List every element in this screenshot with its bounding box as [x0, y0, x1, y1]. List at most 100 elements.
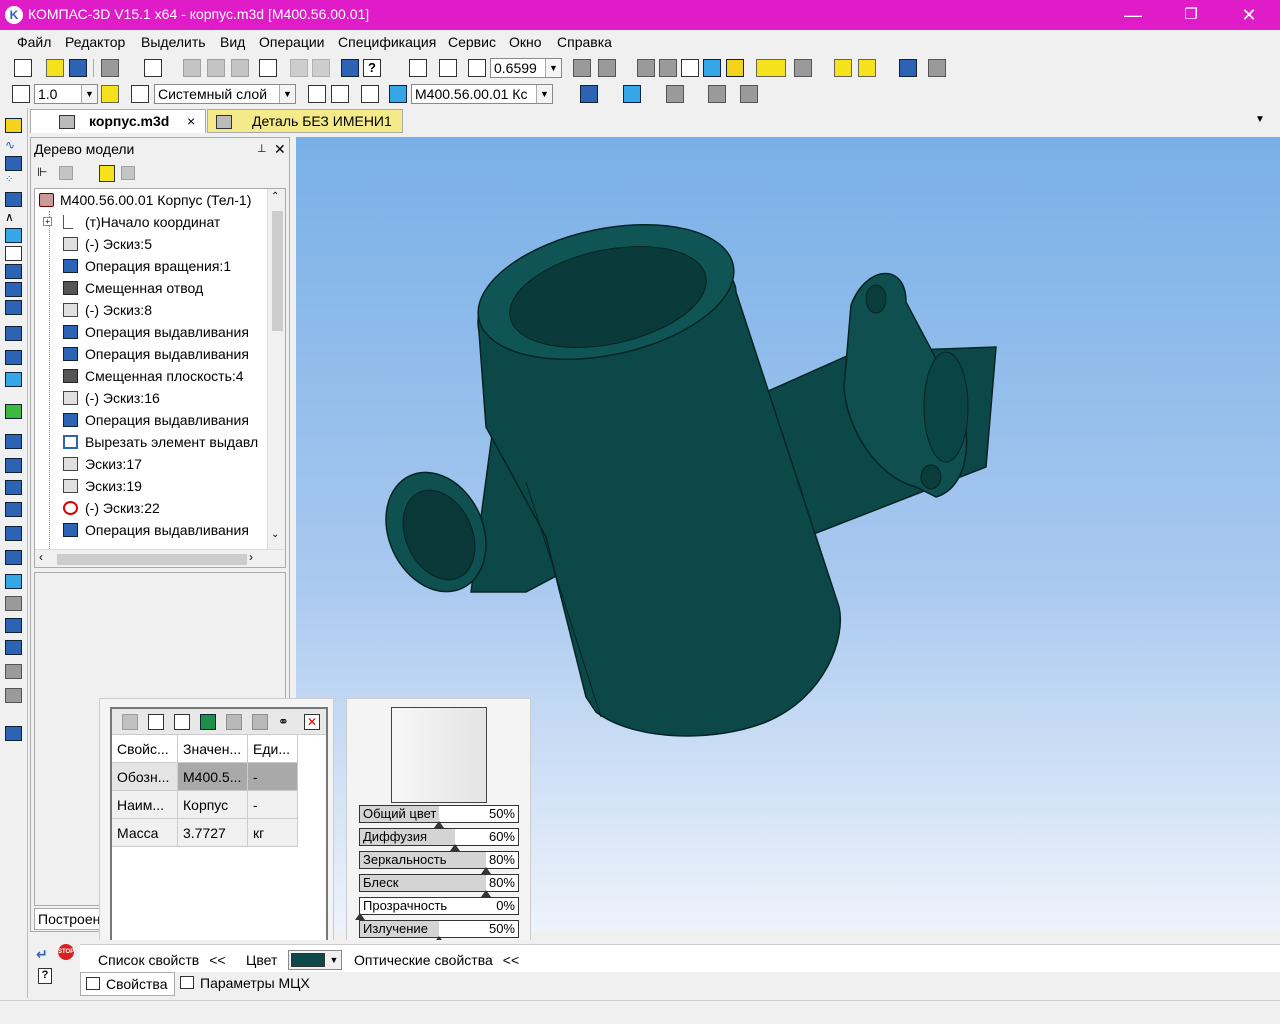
- document-properties-icon[interactable]: [148, 714, 164, 730]
- slider-handle[interactable]: [434, 821, 444, 828]
- sheet-metal-icon[interactable]: [5, 526, 22, 541]
- help-pointer-icon[interactable]: ?: [363, 59, 381, 77]
- chevron-down-icon[interactable]: ▼: [327, 951, 341, 969]
- material-icon[interactable]: [623, 85, 641, 103]
- tab-postroenie[interactable]: Построен: [34, 908, 104, 930]
- tab-detal-bez-imeni[interactable]: Деталь БЕЗ ИМЕНИ1: [207, 109, 403, 133]
- copy-objects-icon[interactable]: [5, 618, 22, 633]
- tree-vertical-scrollbar[interactable]: ⌃ ⌄: [267, 189, 285, 549]
- tree-structure-icon[interactable]: ⊩: [37, 165, 51, 180]
- graph-icon[interactable]: [5, 282, 22, 297]
- close-tab-icon[interactable]: ×: [187, 110, 195, 132]
- attach-icon[interactable]: [5, 664, 22, 679]
- property-cell[interactable]: Наим...: [112, 791, 178, 819]
- mesh-icon[interactable]: [5, 434, 22, 449]
- close-window-button[interactable]: ✕: [1220, 0, 1278, 30]
- orient-icon[interactable]: [361, 85, 379, 103]
- library-icon[interactable]: [899, 59, 917, 77]
- tab-korpus[interactable]: корпус.m3d ×: [30, 109, 206, 133]
- new-document-icon[interactable]: [14, 59, 32, 77]
- shell-icon[interactable]: [5, 502, 22, 517]
- shaded-icon[interactable]: [703, 59, 721, 77]
- tree-filter-icon[interactable]: [121, 166, 135, 180]
- slider-handle[interactable]: [355, 913, 365, 920]
- local-cs-icon[interactable]: [331, 85, 349, 103]
- color-picker[interactable]: ▼: [288, 950, 342, 970]
- curve-icon[interactable]: ∿: [5, 138, 22, 153]
- stop-icon[interactable]: STOP: [58, 944, 74, 960]
- maximize-button[interactable]: ❐: [1162, 0, 1220, 30]
- enter-icon[interactable]: ↵: [36, 946, 54, 962]
- layer-select[interactable]: Системный слой ▼: [154, 84, 296, 104]
- hidden-thin-icon[interactable]: [681, 59, 699, 77]
- help-icon[interactable]: ?: [38, 968, 52, 984]
- property-cell[interactable]: 3.7727: [178, 819, 248, 847]
- property-header[interactable]: Значен...: [178, 735, 248, 763]
- angle-icon[interactable]: ∧: [5, 210, 22, 225]
- measure-icon[interactable]: [928, 59, 946, 77]
- copy-properties-icon[interactable]: [226, 714, 242, 730]
- zoom-window-icon[interactable]: [409, 59, 427, 77]
- menu-operations[interactable]: Операции: [259, 34, 325, 50]
- wireframe-icon[interactable]: [637, 59, 655, 77]
- editing-panel-icon[interactable]: [5, 118, 22, 133]
- list-properties-icon[interactable]: [174, 714, 190, 730]
- tree-horizontal-scrollbar[interactable]: ‹ ›: [35, 549, 285, 567]
- check-icon[interactable]: [5, 404, 22, 419]
- chevron-down-icon[interactable]: ⌄: [271, 529, 279, 540]
- points-icon[interactable]: ⁘: [5, 174, 22, 189]
- coordinate-system-icon[interactable]: [308, 85, 326, 103]
- minimize-button[interactable]: —: [1104, 0, 1162, 30]
- revolve-panel-icon[interactable]: [5, 300, 22, 315]
- menu-view[interactable]: Вид: [220, 34, 245, 50]
- paste-properties-icon[interactable]: [252, 714, 268, 730]
- properties-icon[interactable]: [259, 59, 277, 77]
- tabs-menu-icon[interactable]: ▼: [1255, 109, 1269, 133]
- cut-icon[interactable]: [183, 59, 201, 77]
- filter-select-icon[interactable]: [756, 59, 786, 77]
- print-preview-icon[interactable]: [144, 59, 162, 77]
- tree-hscroll-thumb[interactable]: [57, 554, 247, 565]
- slider-handle[interactable]: [481, 890, 491, 897]
- menu-window[interactable]: Окно: [509, 34, 542, 50]
- tab-mch-params[interactable]: Параметры МЦХ: [178, 972, 318, 996]
- optics-slider[interactable]: Излучение 50%: [359, 920, 519, 943]
- menu-editor[interactable]: Редактор: [65, 34, 125, 50]
- chevron-right-icon[interactable]: ›: [249, 550, 253, 564]
- pin-icon[interactable]: ⊥: [257, 138, 267, 160]
- tree-mode-icon[interactable]: [99, 165, 115, 182]
- import-icon[interactable]: [858, 59, 876, 77]
- redo-icon[interactable]: [312, 59, 330, 77]
- shaded-edges-icon[interactable]: [726, 59, 744, 77]
- mch-icon[interactable]: [666, 85, 684, 103]
- open-folder-icon[interactable]: [46, 59, 64, 77]
- manager-icon[interactable]: [341, 59, 359, 77]
- property-cell[interactable]: Масса: [112, 819, 178, 847]
- optics-slider[interactable]: Диффузия 60%: [359, 828, 519, 851]
- cursor-step-icon[interactable]: [12, 85, 30, 103]
- rotate-icon[interactable]: [573, 59, 591, 77]
- spec-panel-icon[interactable]: [5, 264, 22, 279]
- save-icon[interactable]: [69, 59, 87, 77]
- zoom-fit-icon[interactable]: [439, 59, 457, 77]
- menu-service[interactable]: Сервис: [448, 34, 496, 50]
- property-cell[interactable]: -: [248, 791, 298, 819]
- solid-extrude-icon[interactable]: [5, 350, 22, 365]
- close-panel-icon[interactable]: ✕: [274, 138, 286, 160]
- optics-slider[interactable]: Общий цвет 50%: [359, 805, 519, 828]
- property-cell[interactable]: Корпус: [178, 791, 248, 819]
- tab-properties-list[interactable]: Список свойств <<: [98, 949, 226, 971]
- menu-specification[interactable]: Спецификация: [338, 34, 436, 50]
- delete-property-icon[interactable]: ✕: [304, 714, 320, 730]
- optics-slider[interactable]: Зеркальность 80%: [359, 851, 519, 874]
- menu-help[interactable]: Справка: [557, 34, 612, 50]
- array-icon[interactable]: [5, 372, 22, 387]
- slider-handle[interactable]: [450, 844, 460, 851]
- other-icon[interactable]: [5, 688, 22, 703]
- part-icon[interactable]: [389, 85, 407, 103]
- property-cell[interactable]: Обозн...: [112, 763, 178, 791]
- loft-icon[interactable]: [5, 480, 22, 495]
- insert-icon[interactable]: [5, 574, 22, 589]
- zoom-level-field[interactable]: 0.6599 ▼: [490, 58, 562, 78]
- book-icon[interactable]: [200, 714, 216, 730]
